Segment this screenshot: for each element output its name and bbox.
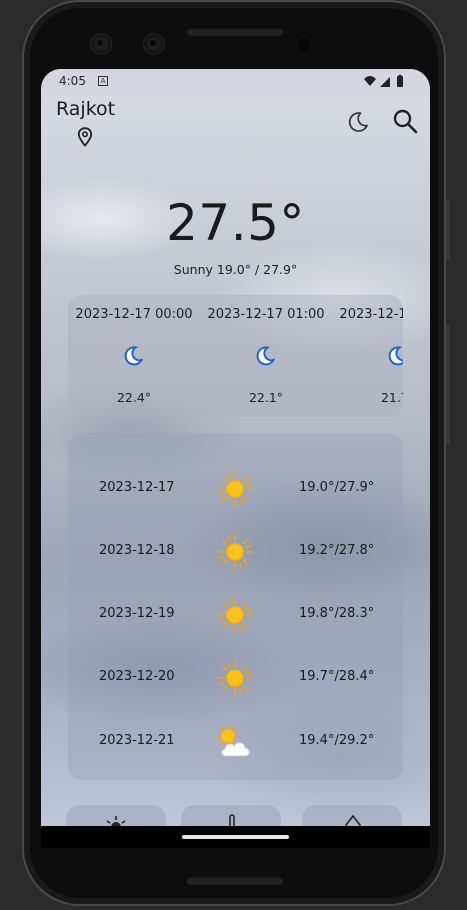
search-icon[interactable] xyxy=(392,108,418,134)
sun-icon xyxy=(217,471,253,507)
status-time: 4:05 xyxy=(59,74,86,88)
daily-row[interactable]: 2023-12-20 19.7°/28.4° xyxy=(68,657,403,697)
daily-range: 19.7°/28.4° xyxy=(299,669,375,684)
sun-icon xyxy=(106,816,126,826)
daily-row[interactable]: 2023-12-21 19.4°/29.2° xyxy=(68,721,403,761)
wifi-icon xyxy=(364,76,376,86)
daily-date: 2023-12-21 xyxy=(99,733,175,748)
daily-row[interactable]: 2023-12-19 19.8°/28.3° xyxy=(68,594,403,634)
map-pin-icon[interactable] xyxy=(77,127,93,147)
earpiece-speaker xyxy=(186,27,284,36)
daily-forecast[interactable]: 2023-12-17 19.0°/27.9° 2023-12-18 19.2°/… xyxy=(68,433,403,780)
volume-button xyxy=(446,325,450,445)
battery-icon xyxy=(397,76,403,87)
partly-cloudy-icon xyxy=(215,723,250,757)
moon-icon xyxy=(124,346,143,366)
hourly-forecast[interactable]: 2023-12-17 00:00 22.4° 2023-12-17 01:00 … xyxy=(68,295,403,417)
status-icons xyxy=(364,74,403,87)
sun-icon xyxy=(217,534,253,570)
daily-date: 2023-12-17 xyxy=(99,480,175,495)
status-bar: 4:05 A xyxy=(41,69,430,95)
moon-icon xyxy=(256,346,275,366)
moon-icon xyxy=(388,346,403,366)
hourly-temp: 22.4° xyxy=(116,390,152,405)
navigation-bar xyxy=(41,826,430,848)
bottom-speaker xyxy=(186,876,284,885)
daily-range: 19.8°/28.3° xyxy=(299,606,375,621)
signal-icon xyxy=(380,77,390,87)
proximity-sensor xyxy=(298,39,310,51)
power-button xyxy=(446,200,450,260)
water-drop-icon xyxy=(345,814,361,826)
daily-date: 2023-12-18 xyxy=(99,543,175,558)
front-camera-right xyxy=(144,34,164,54)
current-summary: Sunny 19.0° / 27.9° xyxy=(173,262,298,277)
sun-icon xyxy=(217,660,253,696)
daily-row[interactable]: 2023-12-18 19.2°/27.8° xyxy=(68,531,403,571)
hourly-time: 2023-12-17 01:00 xyxy=(207,307,325,322)
current-temperature: 27.5° xyxy=(166,194,305,252)
hourly-item[interactable]: 2023-12-17 01:00 22.1° xyxy=(200,295,332,417)
app-screen: 4:05 A Rajkot 27.5° Sunny 19.0° / 27.9° … xyxy=(41,69,430,826)
daily-row[interactable]: 2023-12-17 19.0°/27.9° xyxy=(68,468,403,508)
hourly-time: 2023-12-17 02:00 xyxy=(339,307,403,322)
daily-date: 2023-12-19 xyxy=(99,606,175,621)
hourly-temp: 22.1° xyxy=(248,390,284,405)
hourly-temp: 21.7° xyxy=(380,390,403,405)
front-camera-left xyxy=(91,34,111,54)
notification-icon: A xyxy=(98,76,108,86)
hourly-item[interactable]: 2023-12-17 02:00 21.7° xyxy=(332,295,403,417)
hourly-time: 2023-12-17 00:00 xyxy=(75,307,193,322)
daily-date: 2023-12-20 xyxy=(99,669,175,684)
daily-range: 19.0°/27.9° xyxy=(299,480,375,495)
gesture-handle[interactable] xyxy=(182,835,289,839)
hourly-item[interactable]: 2023-12-17 00:00 22.4° xyxy=(68,295,200,417)
thermometer-icon xyxy=(229,814,235,826)
daily-range: 19.2°/27.8° xyxy=(299,543,375,558)
daily-range: 19.4°/29.2° xyxy=(299,733,375,748)
city-name[interactable]: Rajkot xyxy=(56,98,115,120)
moon-icon[interactable] xyxy=(346,110,370,134)
sun-icon xyxy=(217,597,253,633)
